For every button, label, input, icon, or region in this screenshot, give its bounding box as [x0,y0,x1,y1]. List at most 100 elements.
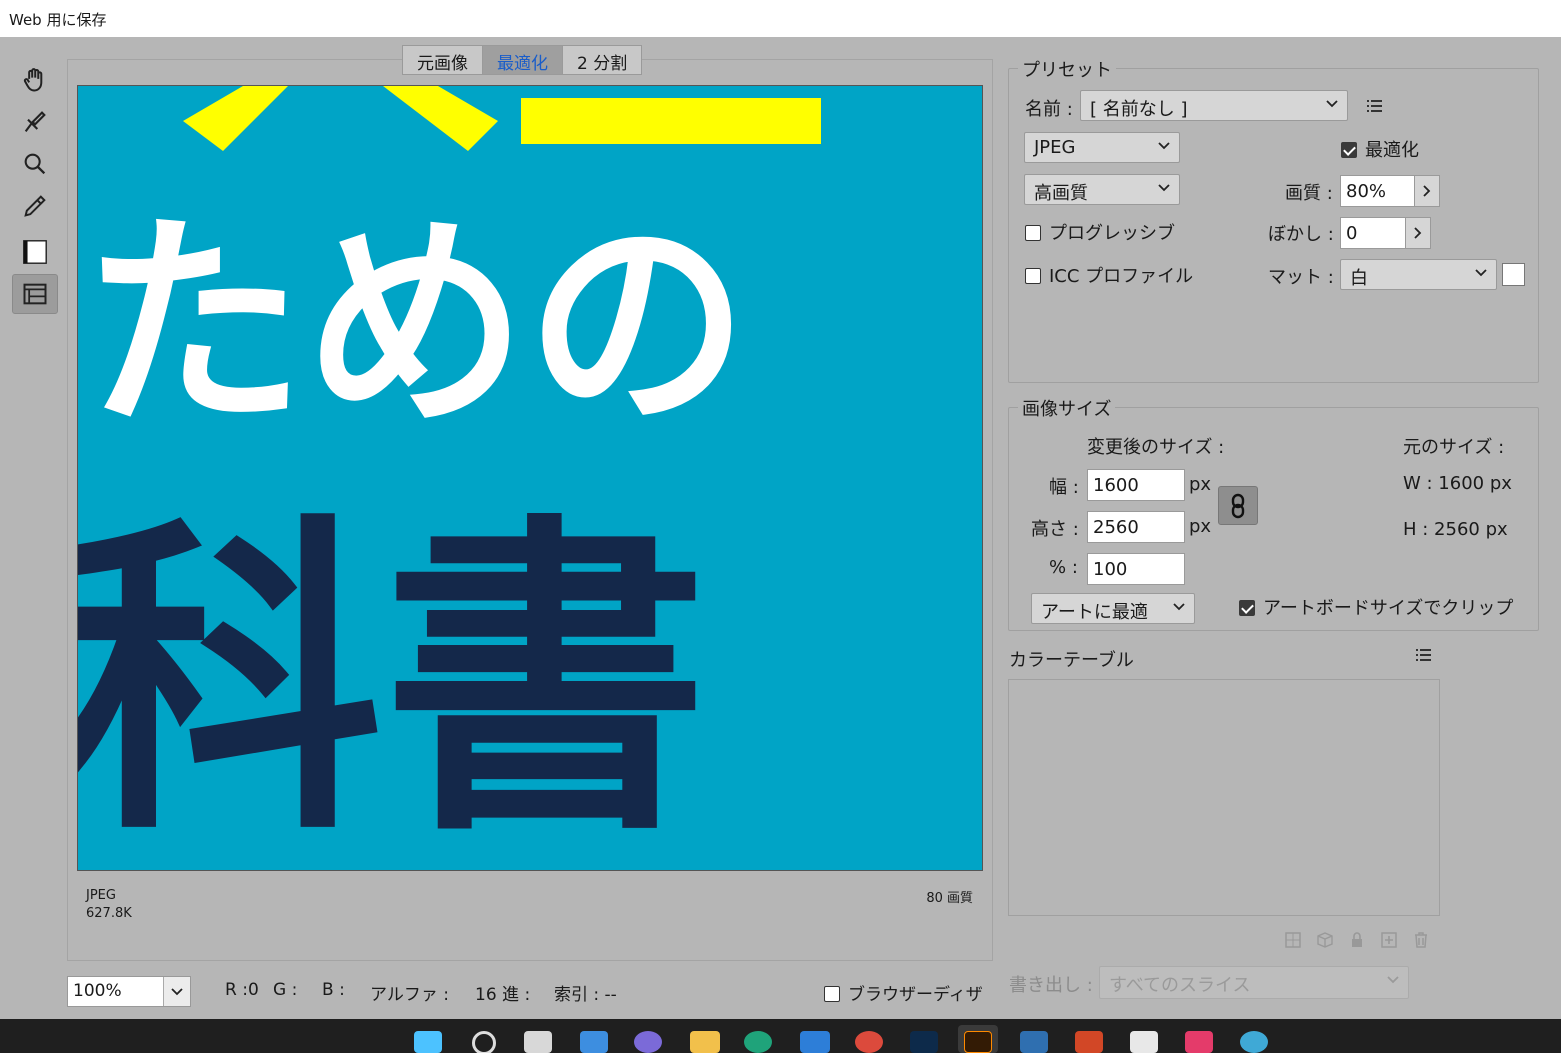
matte-value: 白 [1350,268,1368,289]
slice-select-icon [24,111,46,132]
image-size-legend: 画像サイズ [1018,395,1116,421]
blur-input[interactable]: 0 [1340,217,1406,249]
window-title: Web 用に保存 [0,0,1561,37]
web-snap-cube-icon[interactable] [1316,931,1334,949]
blur-slider-button[interactable] [1405,217,1431,249]
tab-2up[interactable]: 2 分割 [563,46,641,74]
search-icon[interactable] [472,1031,496,1053]
height-input[interactable]: 2560 [1087,511,1185,543]
progressive-checkbox[interactable] [1025,225,1041,241]
matte-color-swatch[interactable] [1502,263,1525,286]
chevron-right-icon [1414,227,1422,239]
preset-name-label: 名前 : [1025,99,1073,120]
width-input[interactable]: 1600 [1087,469,1185,501]
blur-label: ぼかし : [1268,224,1334,245]
browser-dither-label: ブラウザーディザ [848,985,983,1005]
index-readout: 索引 : -- [554,985,617,1005]
color-table-menu-button[interactable] [1413,645,1433,669]
hand-tool[interactable] [12,60,58,100]
optimize-option[interactable]: 最適化 [1341,136,1419,162]
export-select[interactable]: すべてのスライス [1099,966,1409,999]
quality-slider-button[interactable] [1414,175,1440,207]
preset-name-select[interactable]: [ 名前なし ] [1080,90,1348,121]
map-transparency-icon[interactable] [1284,931,1302,949]
list-menu-icon [1416,649,1431,661]
mail-icon[interactable] [800,1031,830,1053]
progressive-label: プログレッシブ [1049,223,1175,244]
chevron-down-icon [1475,269,1487,277]
app-icon-2[interactable] [1130,1031,1158,1053]
alpha-readout: アルファ : [370,985,449,1005]
icc-profile-checkbox[interactable] [1025,268,1041,284]
task-view-icon[interactable] [524,1031,552,1053]
height-label: 高さ : [1031,519,1079,540]
quality-preset-value: 高画質 [1034,183,1088,204]
view-tabs: 元画像 最適化 2 分割 [402,45,643,75]
preset-name-value: [ 名前なし ] [1090,99,1188,120]
percent-input[interactable]: 100 [1087,553,1185,585]
quality-input[interactable]: 80% [1340,175,1415,207]
zoom-select[interactable]: 100% [67,976,191,1007]
app-icon-1[interactable] [1020,1031,1048,1053]
original-width: W : 1600 px [1403,473,1512,494]
photoshop-icon[interactable] [910,1031,938,1053]
export-label: 書き出し : [1009,975,1093,996]
quality-preset-select[interactable]: 高画質 [1024,174,1180,205]
file-size: 627.8K [86,906,132,921]
optimize-checkbox[interactable] [1341,142,1357,158]
yellow-shape-2 [383,86,498,151]
zoom-value: 100% [73,981,122,1001]
color-swatch-icon [23,240,47,264]
icc-profile-option[interactable]: ICC プロファイル [1025,262,1193,288]
toggle-slices-button[interactable] [12,274,58,314]
slice-select-tool[interactable] [12,102,58,142]
green-readout: G : [273,980,298,1000]
illustrator-icon[interactable] [964,1031,992,1053]
teams-icon[interactable] [634,1031,662,1053]
office-icon[interactable] [1075,1031,1103,1053]
matte-select[interactable]: 白 [1340,259,1497,290]
clip-to-artboard-option[interactable]: アートボードサイズでクリップ [1239,594,1513,620]
eyedropper-tool[interactable] [12,186,58,226]
format-select[interactable]: JPEG [1024,132,1180,163]
edge-icon[interactable] [744,1031,772,1053]
progressive-option[interactable]: プログレッシブ [1025,219,1175,245]
color-table-panel [1008,679,1440,916]
preset-menu-button[interactable] [1364,96,1384,120]
start-icon[interactable] [414,1031,442,1053]
browser-dither-checkbox[interactable] [824,986,840,1002]
format-label: JPEG [86,888,116,903]
resample-select[interactable]: アートに最適 [1031,593,1195,624]
tab-original[interactable]: 元画像 [403,46,483,74]
constrain-proportions-button[interactable] [1218,486,1258,525]
color-table-title: カラーテーブル [1009,650,1134,671]
height-unit: px [1189,516,1212,537]
width-label: 幅 : [1049,477,1079,498]
width-unit: px [1189,474,1212,495]
creative-cloud-icon[interactable] [1185,1031,1213,1053]
yellow-shape-1 [183,86,288,151]
zoom-icon [24,153,46,175]
chrome-icon[interactable] [855,1031,883,1053]
format-value: JPEG [1034,137,1076,158]
quality-label: 画質 : [1285,183,1333,204]
trash-icon[interactable] [1412,931,1430,949]
browser-dither-option[interactable]: ブラウザーディザ [824,980,983,1005]
clip-to-artboard-checkbox[interactable] [1239,600,1255,616]
zoom-tool[interactable] [12,144,58,184]
app-icon-3[interactable] [1240,1031,1268,1053]
resample-value: アートに最適 [1041,602,1148,623]
eyedropper-color-swatch[interactable] [12,232,58,272]
image-preview-canvas[interactable]: ための 科書 [77,85,983,871]
lock-icon[interactable] [1348,931,1366,949]
quality-info: 80 画質 [926,891,973,906]
tab-optimized[interactable]: 最適化 [483,46,563,74]
file-explorer-icon[interactable] [690,1031,720,1053]
preview-artwork: ための 科書 [78,86,821,870]
add-color-icon[interactable] [1380,931,1398,949]
widgets-icon[interactable] [580,1031,608,1053]
list-menu-icon [1367,100,1382,112]
windows-taskbar [0,1019,1561,1053]
chevron-down-icon[interactable] [163,977,190,1006]
clip-to-artboard-label: アートボードサイズでクリップ [1263,598,1514,619]
